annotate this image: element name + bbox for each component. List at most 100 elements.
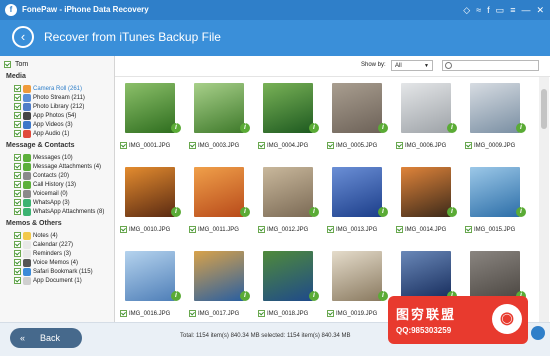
photo-tile[interactable]: i IMG_0003.JPG (188, 79, 258, 161)
photo-thumbnail[interactable] (470, 83, 520, 133)
sidebar-item-checkbox[interactable] (14, 208, 21, 215)
sidebar-item[interactable]: Notes (4) (14, 231, 58, 240)
sidebar-item[interactable]: Photo Library (212) (14, 102, 84, 111)
photo-thumbnail[interactable] (125, 167, 175, 217)
sidebar-item[interactable]: Voicemail (0) (14, 189, 68, 198)
scrollbar-thumb[interactable] (541, 89, 547, 129)
photo-tile[interactable]: i IMG_0016.JPG (119, 247, 189, 329)
sidebar-item-checkbox[interactable] (14, 163, 21, 170)
sidebar-item-checkbox[interactable] (14, 241, 21, 248)
device-checkbox[interactable] (4, 61, 11, 68)
scrollbar[interactable] (539, 77, 549, 322)
info-icon[interactable]: i (516, 207, 526, 217)
photo-thumbnail[interactable] (470, 167, 520, 217)
sidebar-item[interactable]: Safari Bookmark (115) (14, 267, 93, 276)
photo-thumbnail[interactable] (263, 83, 313, 133)
photo-tile[interactable]: i IMG_0011.JPG (188, 163, 258, 245)
photo-thumbnail[interactable] (125, 83, 175, 133)
photo-tile[interactable]: i IMG_0015.JPG (464, 163, 534, 245)
sidebar-item[interactable]: Message Attachments (4) (14, 162, 101, 171)
search-input[interactable] (442, 60, 539, 71)
info-icon[interactable]: i (378, 291, 388, 301)
chat-icon[interactable]: ▭ (496, 4, 505, 16)
back-circle-icon[interactable]: ‹ (12, 26, 34, 48)
photo-tile[interactable]: i IMG_0010.JPG (119, 163, 189, 245)
photo-checkbox[interactable] (189, 226, 196, 233)
photo-tile[interactable]: i IMG_0005.JPG (326, 79, 396, 161)
photo-tile[interactable]: i IMG_0004.JPG (257, 79, 327, 161)
info-icon[interactable]: i (516, 123, 526, 133)
device-row[interactable]: Tom (4, 61, 28, 68)
photo-checkbox[interactable] (258, 310, 265, 317)
photo-tile[interactable]: i IMG_0014.JPG (395, 163, 465, 245)
sidebar-item-checkbox[interactable] (14, 199, 21, 206)
photo-checkbox[interactable] (396, 142, 403, 149)
info-icon[interactable]: i (171, 123, 181, 133)
sidebar-item[interactable]: Contacts (20) (14, 171, 69, 180)
info-icon[interactable]: i (171, 291, 181, 301)
photo-thumbnail[interactable] (194, 251, 244, 301)
info-icon[interactable]: i (378, 207, 388, 217)
photo-checkbox[interactable] (120, 226, 127, 233)
photo-thumbnail[interactable] (401, 83, 451, 133)
photo-checkbox[interactable] (189, 142, 196, 149)
sidebar-item-checkbox[interactable] (14, 130, 21, 137)
photo-thumbnail[interactable] (470, 251, 520, 301)
sidebar-item-checkbox[interactable] (14, 121, 21, 128)
photo-thumbnail[interactable] (401, 251, 451, 301)
photo-tile[interactable]: i IMG_0001.JPG (119, 79, 189, 161)
sidebar-item[interactable]: App Document (1) (14, 276, 82, 285)
facebook-icon[interactable]: f (487, 4, 490, 16)
info-icon[interactable]: i (171, 207, 181, 217)
sidebar-item[interactable]: App Videos (3) (14, 120, 73, 129)
photo-checkbox[interactable] (327, 226, 334, 233)
photo-tile[interactable]: i IMG_0018.JPG (257, 247, 327, 329)
minimize-icon[interactable]: — (521, 4, 530, 16)
photo-tile[interactable]: i IMG_0013.JPG (326, 163, 396, 245)
photo-thumbnail[interactable] (194, 83, 244, 133)
info-icon[interactable]: i (447, 207, 457, 217)
info-icon[interactable]: i (309, 291, 319, 301)
info-icon[interactable]: i (309, 207, 319, 217)
sidebar-item-checkbox[interactable] (14, 259, 21, 266)
sidebar-item[interactable]: Photo Stream (211) (14, 93, 85, 102)
photo-checkbox[interactable] (120, 142, 127, 149)
photo-tile[interactable]: i IMG_0017.JPG (188, 247, 258, 329)
sidebar-item[interactable]: App Audio (1) (14, 129, 69, 138)
sidebar-item-checkbox[interactable] (14, 277, 21, 284)
sidebar-item-checkbox[interactable] (14, 154, 21, 161)
sidebar-item[interactable]: WhatsApp (3) (14, 198, 70, 207)
photo-thumbnail[interactable] (125, 251, 175, 301)
photo-checkbox[interactable] (465, 142, 472, 149)
photo-checkbox[interactable] (258, 142, 265, 149)
sidebar-item-checkbox[interactable] (14, 85, 21, 92)
info-icon[interactable]: i (309, 123, 319, 133)
sidebar-item-checkbox[interactable] (14, 112, 21, 119)
back-button[interactable]: « Back (10, 328, 82, 348)
sidebar-item[interactable]: Call History (13) (14, 180, 76, 189)
sidebar-item[interactable]: Calendar (227) (14, 240, 73, 249)
menu-icon[interactable]: ≡ (510, 4, 515, 16)
photo-checkbox[interactable] (396, 226, 403, 233)
sidebar-item-checkbox[interactable] (14, 250, 21, 257)
info-icon[interactable]: i (447, 123, 457, 133)
info-icon[interactable]: i (240, 207, 250, 217)
sidebar-item-checkbox[interactable] (14, 94, 21, 101)
photo-checkbox[interactable] (327, 310, 334, 317)
photo-checkbox[interactable] (327, 142, 334, 149)
photo-thumbnail[interactable] (263, 251, 313, 301)
photo-tile[interactable]: i IMG_0009.JPG (464, 79, 534, 161)
sidebar-item[interactable]: Reminders (3) (14, 249, 71, 258)
wifi-icon[interactable]: ≈ (476, 4, 481, 16)
sidebar-item[interactable]: WhatsApp Attachments (8) (14, 207, 104, 216)
sidebar-item-checkbox[interactable] (14, 232, 21, 239)
sidebar-item-checkbox[interactable] (14, 172, 21, 179)
sidebar-item-checkbox[interactable] (14, 181, 21, 188)
photo-checkbox[interactable] (465, 226, 472, 233)
sidebar-item-checkbox[interactable] (14, 190, 21, 197)
photo-checkbox[interactable] (258, 226, 265, 233)
photo-checkbox[interactable] (120, 310, 127, 317)
sidebar-item-checkbox[interactable] (14, 268, 21, 275)
sidebar-item[interactable]: App Photos (54) (14, 111, 76, 120)
sidebar-item[interactable]: Camera Roll (261) (14, 84, 82, 93)
